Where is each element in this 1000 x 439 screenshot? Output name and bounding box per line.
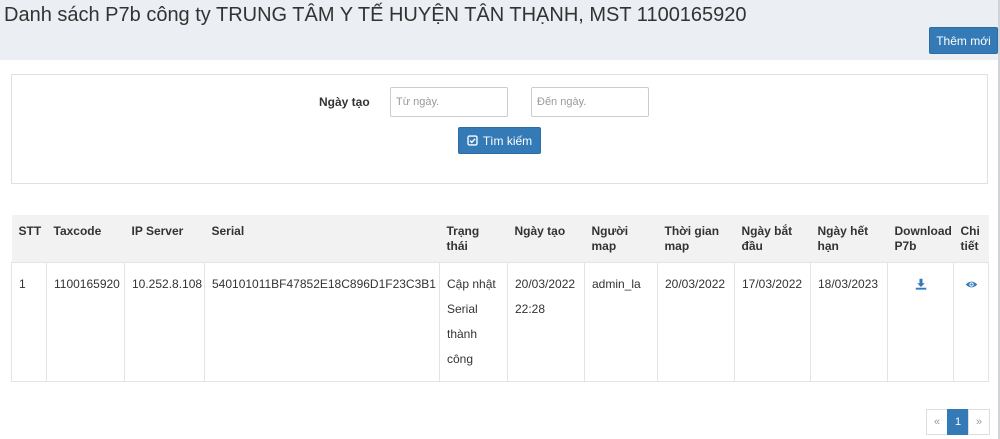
p7b-table: STT Taxcode IP Server Serial Trạng thái … <box>11 215 989 382</box>
header-map-time: Thời gian map <box>657 215 735 262</box>
check-square-icon <box>467 135 478 146</box>
cell-ip-server: 10.252.8.108 <box>124 261 205 382</box>
pagination: « 1 » <box>926 409 990 435</box>
cell-created-date: 20/03/2022 22:28 <box>507 261 585 382</box>
add-new-button[interactable]: Thêm mới <box>929 27 998 54</box>
date-to-input[interactable] <box>531 87 649 117</box>
page-header: Danh sách P7b công ty TRUNG TÂM Y TẾ HUY… <box>0 0 1000 60</box>
header-start-date: Ngày bắt đầu <box>734 215 811 262</box>
cell-download <box>887 261 954 382</box>
search-button-label: Tìm kiếm <box>482 133 533 148</box>
search-button[interactable]: Tìm kiếm <box>458 127 541 154</box>
cell-status: Cập nhật Serial thành công <box>439 261 508 382</box>
cell-map-time: 20/03/2022 <box>657 261 735 382</box>
created-date-label: Ngày tạo <box>319 95 370 109</box>
table-row: 1 1100165920 10.252.8.108 540101011BF478… <box>11 261 989 382</box>
pagination-prev[interactable]: « <box>926 409 948 435</box>
cell-start-date: 17/03/2022 <box>734 261 811 382</box>
filter-panel: Ngày tạo Tìm kiếm <box>11 74 988 184</box>
page-title: Danh sách P7b công ty TRUNG TÂM Y TẾ HUY… <box>4 4 747 26</box>
eye-icon[interactable] <box>965 279 978 290</box>
header-taxcode: Taxcode <box>46 215 125 262</box>
cell-taxcode: 1100165920 <box>46 261 125 382</box>
header-mapper: Người map <box>584 215 658 262</box>
header-ip-server: IP Server <box>124 215 205 262</box>
header-detail: Chi tiết <box>953 215 989 262</box>
date-from-input[interactable] <box>390 87 508 117</box>
pagination-next[interactable]: » <box>968 409 990 435</box>
cell-serial: 540101011BF47852E18C896D1F23C3B1 <box>204 261 440 382</box>
header-stt: STT <box>11 215 47 262</box>
header-status: Trạng thái <box>439 215 508 262</box>
header-serial: Serial <box>204 215 440 262</box>
cell-mapper: admin_la <box>584 261 658 382</box>
header-end-date: Ngày hết hạn <box>810 215 888 262</box>
cell-stt: 1 <box>11 261 47 382</box>
cell-end-date: 18/03/2023 <box>810 261 888 382</box>
table-header-row: STT Taxcode IP Server Serial Trạng thái … <box>11 215 989 262</box>
cell-detail <box>953 261 989 382</box>
header-created-date: Ngày tạo <box>507 215 585 262</box>
download-icon[interactable] <box>915 278 927 290</box>
pagination-page-1[interactable]: 1 <box>947 409 969 435</box>
header-download: Download P7b <box>887 215 954 262</box>
